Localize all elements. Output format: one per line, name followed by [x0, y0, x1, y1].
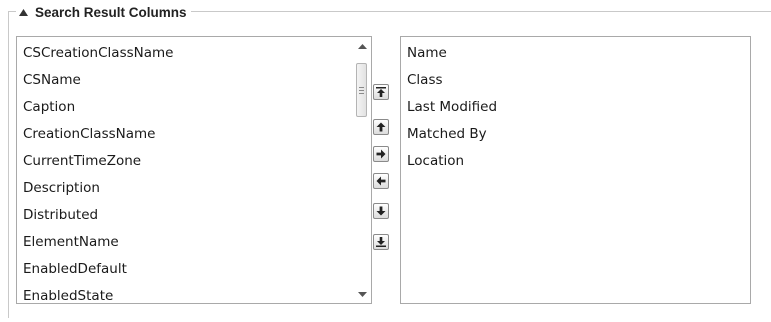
- list-item[interactable]: Matched By: [401, 124, 750, 151]
- scrollbar-thumb[interactable]: [356, 63, 367, 117]
- list-item[interactable]: CSCreationClassName: [17, 43, 353, 70]
- double-arrow-down-icon: [376, 237, 386, 247]
- arrow-up-icon: [376, 122, 386, 132]
- add-column-button[interactable]: [373, 146, 389, 162]
- list-item[interactable]: Caption: [17, 97, 353, 124]
- available-columns-list[interactable]: CSCreationClassName CSName Caption Creation…: [16, 36, 372, 304]
- list-item[interactable]: Distributed: [17, 205, 353, 232]
- grip-icon: [359, 86, 364, 94]
- arrow-down-icon: [376, 206, 386, 216]
- scroll-up-arrow-icon[interactable]: [353, 38, 371, 54]
- move-to-top-button[interactable]: [373, 84, 389, 100]
- list-item[interactable]: Description: [17, 178, 353, 205]
- arrow-right-icon: [376, 149, 386, 159]
- list-item[interactable]: EnabledState: [17, 286, 353, 303]
- selected-columns-list[interactable]: Name Class Last Modified Matched By Location: [400, 36, 751, 304]
- triangle-up-icon[interactable]: [19, 8, 28, 16]
- move-down-button[interactable]: [373, 203, 389, 219]
- arrow-left-icon: [376, 176, 386, 186]
- list-item[interactable]: Location: [401, 151, 750, 178]
- double-arrow-up-icon: [376, 87, 386, 97]
- list-item[interactable]: CSName: [17, 70, 353, 97]
- remove-column-button[interactable]: [373, 173, 389, 189]
- list-item[interactable]: EnabledDefault: [17, 259, 353, 286]
- list-item[interactable]: Last Modified: [401, 97, 750, 124]
- move-up-button[interactable]: [373, 119, 389, 135]
- group-header[interactable]: Search Result Columns: [16, 1, 191, 23]
- scroll-down-arrow-icon[interactable]: [353, 286, 371, 302]
- list-item[interactable]: CreationClassName: [17, 124, 353, 151]
- list-item[interactable]: ElementName: [17, 232, 353, 259]
- list-item[interactable]: Class: [401, 70, 750, 97]
- group-border-left: [8, 11, 9, 318]
- group-title: Search Result Columns: [35, 4, 187, 20]
- list-item[interactable]: Name: [401, 43, 750, 70]
- list-item[interactable]: CurrentTimeZone: [17, 151, 353, 178]
- move-to-bottom-button[interactable]: [373, 234, 389, 250]
- vertical-scrollbar[interactable]: [353, 37, 371, 303]
